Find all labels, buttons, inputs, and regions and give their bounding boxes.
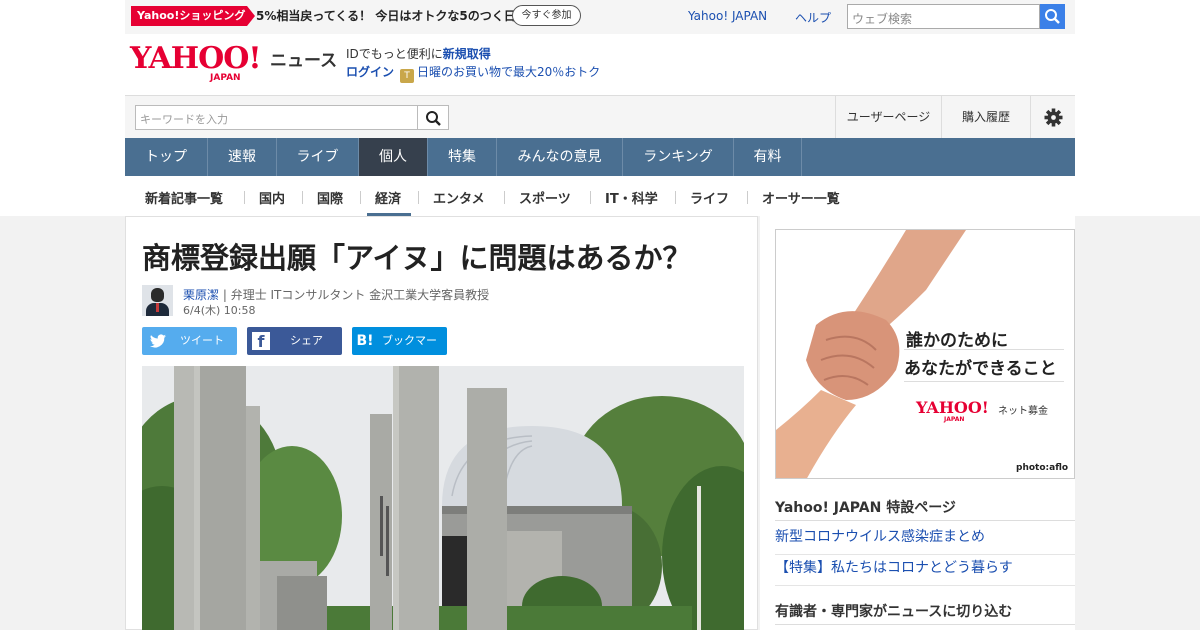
subnav-divider <box>675 191 676 204</box>
shopping-badge[interactable]: Yahoo!ショッピング <box>131 6 255 26</box>
author-title: | 弁理士 ITコンサルタント 金沢工業大学客員教授 <box>219 288 490 302</box>
ad-headline-1: 誰かのために <box>906 331 1008 351</box>
join-now-button[interactable]: 今すぐ参加 <box>512 5 581 26</box>
coupon-icon: T <box>400 69 415 83</box>
covid-summary-link[interactable]: 新型コロナウイルス感染症まとめ <box>775 526 1075 555</box>
nav-tab-individual[interactable]: 個人 <box>359 138 428 176</box>
hatena-bookmark-button[interactable]: B! ブックマーク <box>352 327 447 375</box>
main-nav: トップ 速報 ライブ 個人 特集 みんなの意見 ランキング 有料 <box>125 138 1075 176</box>
donation-ad-banner[interactable]: 誰かのために あなたができること YAHOO! JAPAN ネット募金 phot… <box>775 229 1075 479</box>
news-label: ニュース <box>270 51 338 71</box>
top-promo-bar: Yahoo!ショッピング 5%相当戻ってくる！ 今日はオトクな5のつく日 今すぐ… <box>125 0 1075 34</box>
nav-tab-top[interactable]: トップ <box>125 138 208 176</box>
nav-tab-breaking[interactable]: 速報 <box>208 138 277 176</box>
web-search-button[interactable] <box>1040 4 1065 29</box>
subnav-international[interactable]: 国際 <box>317 188 343 207</box>
sidebar: 誰かのために あなたができること YAHOO! JAPAN ネット募金 phot… <box>760 216 1075 630</box>
register-link[interactable]: 新規取得 <box>443 47 491 61</box>
shopping-promo-text[interactable]: 5%相当戻ってくる！ 今日はオトクな5のつく日 <box>256 7 516 24</box>
id-promo-text: IDでもっと便利に <box>346 47 443 61</box>
subnav-divider <box>504 191 505 204</box>
keyword-search-input[interactable]: キーワードを入力 <box>135 105 418 130</box>
ad-donation-label: ネット募金 <box>998 406 1048 417</box>
category-subnav: 新着記事一覧 国内 国際 経済 エンタメ スポーツ IT・科学 ライフ オーサー… <box>125 176 1075 216</box>
nav-tab-live[interactable]: ライブ <box>277 138 359 176</box>
subnav-authors[interactable]: オーサー一覧 <box>762 188 840 207</box>
settings-button[interactable] <box>1030 96 1075 139</box>
subnav-divider <box>244 191 245 204</box>
subnav-divider <box>747 191 748 204</box>
search-icon <box>426 111 441 126</box>
ad-yahoo-logo: YAHOO! <box>916 398 989 417</box>
subnav-divider <box>590 191 591 204</box>
tweet-label: ツイート <box>180 334 224 347</box>
ainu-memorial-photo <box>142 366 744 630</box>
subnav-domestic[interactable]: 国内 <box>259 188 285 207</box>
covid-feature-link[interactable]: 【特集】私たちはコロナとどう暮らす <box>775 557 1075 586</box>
tweet-button[interactable]: ツイート <box>142 327 237 355</box>
sunday-promo-link[interactable]: 日曜のお買い物で最大20％おトク <box>417 65 600 79</box>
subnav-divider <box>302 191 303 204</box>
twitter-bird-icon <box>150 334 166 348</box>
facebook-share-button[interactable]: f シェア <box>247 327 342 355</box>
sidebar-divider <box>775 520 1075 521</box>
ad-photo-credit: photo:aflo <box>1016 463 1069 473</box>
ad-divider <box>904 381 1064 382</box>
keyword-search-button[interactable] <box>418 105 449 130</box>
user-page-link[interactable]: ユーザーページ <box>835 96 941 139</box>
experts-heading: 有識者・専門家がニュースに切り込む <box>775 604 1013 620</box>
subnav-entertainment[interactable]: エンタメ <box>433 188 485 207</box>
logo-wordmark: YAHOO! <box>130 41 262 76</box>
facebook-share-label: シェア <box>290 334 323 347</box>
ad-headline-2: あなたができること <box>904 359 1057 379</box>
login-promo: ログイン T 日曜のお買い物で最大20％おトク <box>346 63 600 83</box>
search-toolbar: キーワードを入力 ユーザーページ 購入履歴 <box>125 95 1075 139</box>
author-byline: 栗原潔 | 弁理士 ITコンサルタント 金沢工業大学客員教授 <box>183 286 489 303</box>
article-date: 6/4(木) 10:58 <box>183 304 256 317</box>
help-link[interactable]: ヘルプ <box>795 9 831 26</box>
facebook-icon: f <box>252 332 270 351</box>
subnav-divider <box>360 191 361 204</box>
article-headline: 商標登録出願「アイヌ」に問題はあるか？ <box>142 241 692 275</box>
subnav-latest[interactable]: 新着記事一覧 <box>145 188 223 207</box>
subnav-economy[interactable]: 経済 <box>375 188 401 207</box>
author-avatar[interactable] <box>142 285 173 316</box>
gear-icon <box>1044 108 1063 127</box>
login-link[interactable]: ログイン <box>346 65 394 79</box>
id-promo: IDでもっと便利に新規取得 <box>346 45 491 62</box>
ad-logo-japan: JAPAN <box>944 416 965 423</box>
nav-tab-paid[interactable]: 有料 <box>734 138 802 176</box>
special-pages-heading: Yahoo! JAPAN 特設ページ <box>775 500 956 516</box>
article-panel: 商標登録出願「アイヌ」に問題はあるか？ 栗原潔 | 弁理士 ITコンサルタント … <box>125 216 758 630</box>
yahoo-japan-link[interactable]: Yahoo! JAPAN <box>688 9 767 23</box>
subnav-sports[interactable]: スポーツ <box>519 188 571 207</box>
nav-tab-feature[interactable]: 特集 <box>428 138 497 176</box>
article-photo[interactable] <box>142 366 744 630</box>
hatena-bookmark-icon: B! <box>356 333 374 349</box>
nav-tab-ranking[interactable]: ランキング <box>623 138 734 176</box>
author-name-link[interactable]: 栗原潔 <box>183 288 219 302</box>
purchase-history-link[interactable]: 購入履歴 <box>941 96 1030 139</box>
subnav-it-science[interactable]: IT・科学 <box>605 188 658 207</box>
yahoo-news-logo[interactable]: YAHOO! JAPAN <box>130 41 262 84</box>
search-icon <box>1045 9 1060 24</box>
logo-japan: JAPAN <box>210 73 241 83</box>
subnav-divider <box>418 191 419 204</box>
nav-tab-opinions[interactable]: みんなの意見 <box>497 138 623 176</box>
sidebar-divider <box>775 624 1075 625</box>
web-search-input[interactable]: ウェブ検索 <box>847 4 1040 29</box>
subnav-life[interactable]: ライフ <box>690 188 729 207</box>
